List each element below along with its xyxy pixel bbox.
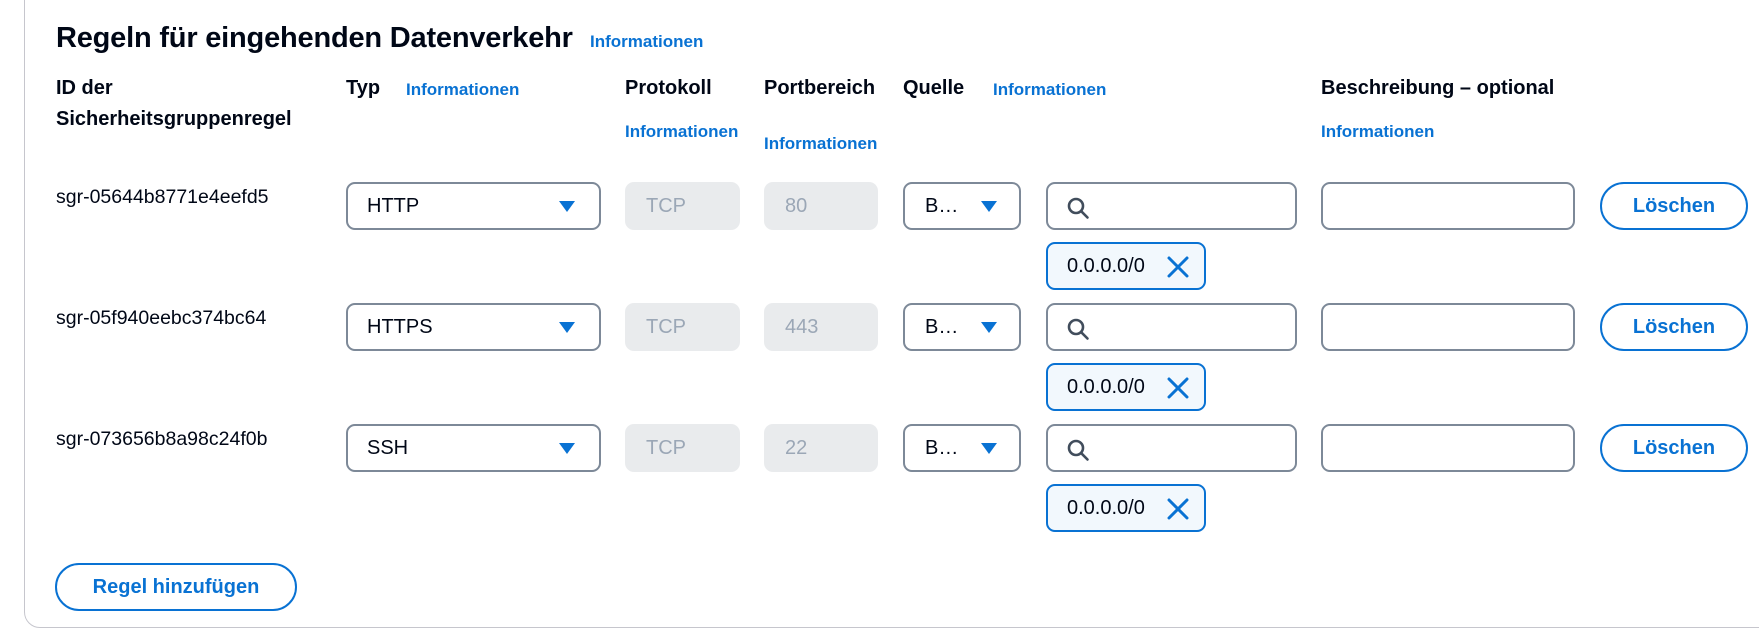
source-type-value: B… bbox=[925, 315, 959, 338]
caret-down-icon bbox=[559, 201, 575, 212]
caret-down-icon bbox=[559, 443, 575, 454]
type-select-value: SSH bbox=[367, 436, 409, 459]
rule-id: sgr-073656b8a98c24f0b bbox=[56, 428, 268, 450]
port-range-info-link[interactable]: Informationen bbox=[764, 134, 877, 154]
protocol-value: TCP bbox=[646, 315, 686, 338]
search-icon bbox=[1066, 196, 1090, 225]
source-search-input[interactable] bbox=[1046, 424, 1297, 472]
delete-rule-button[interactable]: Löschen bbox=[1600, 424, 1748, 472]
type-select-value: HTTP bbox=[367, 194, 420, 217]
description-input[interactable] bbox=[1321, 182, 1575, 230]
cidr-value: 0.0.0.0/0 bbox=[1067, 375, 1145, 398]
source-search-input[interactable] bbox=[1046, 182, 1297, 230]
source-info-link[interactable]: Informationen bbox=[993, 80, 1106, 100]
close-icon[interactable] bbox=[1166, 497, 1190, 527]
source-type-select[interactable]: B… bbox=[903, 303, 1021, 351]
type-info-link[interactable]: Informationen bbox=[406, 80, 519, 100]
protocol-field: TCP bbox=[625, 182, 740, 230]
cidr-value: 0.0.0.0/0 bbox=[1067, 254, 1145, 277]
port-range-field: 22 bbox=[764, 424, 878, 472]
type-select[interactable]: HTTP bbox=[346, 182, 601, 230]
caret-down-icon bbox=[981, 322, 997, 333]
search-icon bbox=[1066, 317, 1090, 346]
description-info-link[interactable]: Informationen bbox=[1321, 122, 1434, 142]
section-title: Regeln für eingehenden Datenverkehr bbox=[56, 22, 573, 54]
source-type-select[interactable]: B… bbox=[903, 424, 1021, 472]
source-type-value: B… bbox=[925, 194, 959, 217]
source-cidr-token: 0.0.0.0/0 bbox=[1046, 363, 1206, 411]
caret-down-icon bbox=[981, 443, 997, 454]
rule-id: sgr-05644b8771e4eefd5 bbox=[56, 186, 269, 208]
rule-id: sgr-05f940eebc374bc64 bbox=[56, 307, 267, 329]
col-header-rule-id-line1: ID der bbox=[56, 77, 113, 99]
protocol-field: TCP bbox=[625, 303, 740, 351]
search-icon bbox=[1066, 438, 1090, 467]
port-range-value: 443 bbox=[785, 315, 819, 338]
type-select-value: HTTPS bbox=[367, 315, 433, 338]
type-select[interactable]: SSH bbox=[346, 424, 601, 472]
cidr-value: 0.0.0.0/0 bbox=[1067, 496, 1145, 519]
delete-rule-button[interactable]: Löschen bbox=[1600, 303, 1748, 351]
close-icon[interactable] bbox=[1166, 376, 1190, 406]
type-select[interactable]: HTTPS bbox=[346, 303, 601, 351]
source-search-input[interactable] bbox=[1046, 303, 1297, 351]
caret-down-icon bbox=[559, 322, 575, 333]
port-range-value: 80 bbox=[785, 194, 808, 217]
source-cidr-token: 0.0.0.0/0 bbox=[1046, 242, 1206, 290]
close-icon[interactable] bbox=[1166, 255, 1190, 285]
section-info-link[interactable]: Informationen bbox=[590, 32, 703, 52]
col-header-port-range: Portbereich bbox=[764, 77, 876, 99]
port-range-value: 22 bbox=[785, 436, 808, 459]
col-header-rule-id: ID der Sicherheitsgruppenregel bbox=[56, 73, 292, 135]
caret-down-icon bbox=[981, 201, 997, 212]
add-rule-button[interactable]: Regel hinzufügen bbox=[55, 563, 297, 611]
col-header-rule-id-line2: Sicherheitsgruppenregel bbox=[56, 108, 292, 130]
description-input[interactable] bbox=[1321, 303, 1575, 351]
port-range-field: 443 bbox=[764, 303, 878, 351]
source-cidr-token: 0.0.0.0/0 bbox=[1046, 484, 1206, 532]
protocol-value: TCP bbox=[646, 436, 686, 459]
protocol-field: TCP bbox=[625, 424, 740, 472]
description-input[interactable] bbox=[1321, 424, 1575, 472]
col-header-protocol: Protokoll bbox=[625, 77, 712, 99]
port-range-field: 80 bbox=[764, 182, 878, 230]
source-type-select[interactable]: B… bbox=[903, 182, 1021, 230]
protocol-info-link[interactable]: Informationen bbox=[625, 122, 738, 142]
source-type-value: B… bbox=[925, 436, 959, 459]
delete-rule-button[interactable]: Löschen bbox=[1600, 182, 1748, 230]
col-header-description: Beschreibung – optional bbox=[1321, 77, 1555, 99]
protocol-value: TCP bbox=[646, 194, 686, 217]
col-header-source: Quelle bbox=[903, 77, 965, 99]
col-header-type: Typ bbox=[346, 77, 381, 99]
